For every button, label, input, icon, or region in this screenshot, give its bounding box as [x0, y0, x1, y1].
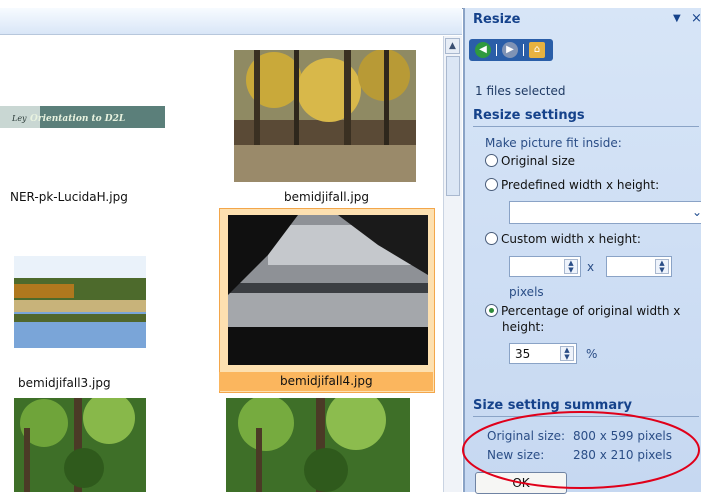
- thumbnail-item-bemidjifall3[interactable]: [14, 228, 146, 362]
- thumbnail-item-bemidjifall[interactable]: [234, 50, 416, 182]
- spinner-icon[interactable]: ▲ ▼: [655, 259, 669, 274]
- thumbnail-image: [14, 228, 146, 362]
- gallery-top-strip: [0, 8, 462, 35]
- back-icon[interactable]: ◀: [475, 42, 491, 58]
- radio-original-size[interactable]: Original size: [485, 154, 575, 168]
- custom-height-input[interactable]: ▲ ▼: [606, 256, 672, 277]
- forward-icon[interactable]: ▶: [502, 42, 518, 58]
- files-selected-text: 1 files selected: [475, 84, 566, 98]
- thumbnail-item-banner[interactable]: Ley Orientation to D2L: [0, 96, 165, 136]
- fit-inside-label: Make picture fit inside:: [485, 136, 622, 150]
- thumbnail-item-bemidjifall4[interactable]: [228, 215, 428, 365]
- thumbnail-image: [228, 215, 428, 365]
- resize-settings-heading: Resize settings: [473, 108, 585, 123]
- radio-label: Custom width x height:: [501, 232, 641, 246]
- thumbnail-caption-selected: bemidjifall4.jpg: [280, 374, 373, 388]
- radio-predefined[interactable]: Predefined width x height:: [485, 178, 659, 192]
- radio-button[interactable]: [485, 232, 498, 245]
- thumbnail-caption: bemidjifall.jpg: [284, 190, 369, 204]
- pane-dropdown-icon[interactable]: ▼: [673, 13, 681, 24]
- radio-button[interactable]: [485, 178, 498, 191]
- pane-nav-bar: ◀ ▶ ⌂: [469, 39, 553, 61]
- radio-label: Original size: [501, 154, 576, 168]
- pane-title: Resize: [473, 12, 521, 27]
- radio-custom[interactable]: Custom width x height:: [485, 232, 641, 246]
- thumbnail-image: [226, 398, 410, 492]
- thumbnail-caption: bemidjifall3.jpg: [18, 376, 111, 390]
- home-icon[interactable]: ⌂: [529, 42, 545, 58]
- percentage-input[interactable]: 35 ▲ ▼: [509, 343, 577, 364]
- thumbnail-image: [234, 50, 416, 182]
- radio-percentage[interactable]: Percentage of original width x: [485, 304, 680, 318]
- nav-separator: [496, 44, 497, 56]
- spinner-icon[interactable]: ▲ ▼: [560, 346, 574, 361]
- chevron-down-icon[interactable]: ⌄: [692, 205, 701, 219]
- svg-text:Ley: Ley: [11, 114, 27, 123]
- banner-text: Orientation to D2L: [30, 114, 125, 124]
- thumbnail-item-forest-1[interactable]: [14, 398, 146, 492]
- pane-close-icon[interactable]: ×: [691, 11, 701, 26]
- custom-width-input[interactable]: ▲ ▼: [509, 256, 581, 277]
- radio-label-continued: height:: [502, 320, 545, 334]
- section-divider: [473, 126, 699, 127]
- thumbnail-image: [14, 398, 146, 492]
- scroll-thumb[interactable]: [446, 56, 460, 196]
- radio-label: Percentage of original width x: [501, 304, 681, 318]
- percentage-value: 35: [515, 347, 531, 361]
- custom-x-label: x: [587, 260, 595, 274]
- spinner-icon[interactable]: ▲ ▼: [564, 259, 578, 274]
- radio-button[interactable]: [485, 154, 498, 167]
- predefined-size-select[interactable]: ⌄: [509, 201, 701, 224]
- pixels-label: pixels: [509, 285, 544, 299]
- banner-image: Ley Orientation to D2L: [0, 96, 165, 136]
- scroll-up-button[interactable]: ▲: [445, 38, 460, 54]
- radio-label: Predefined width x height:: [501, 178, 660, 192]
- radio-button-selected[interactable]: [485, 304, 498, 317]
- resize-window: Ley Orientation to D2L NER-pk-LucidaH.jp…: [0, 0, 701, 494]
- annotation-ellipse: [462, 411, 700, 489]
- thumbnail-caption: NER-pk-LucidaH.jpg: [10, 190, 128, 204]
- thumbnail-item-forest-2[interactable]: [226, 398, 410, 492]
- percent-sign: %: [586, 347, 598, 361]
- nav-separator: [523, 44, 524, 56]
